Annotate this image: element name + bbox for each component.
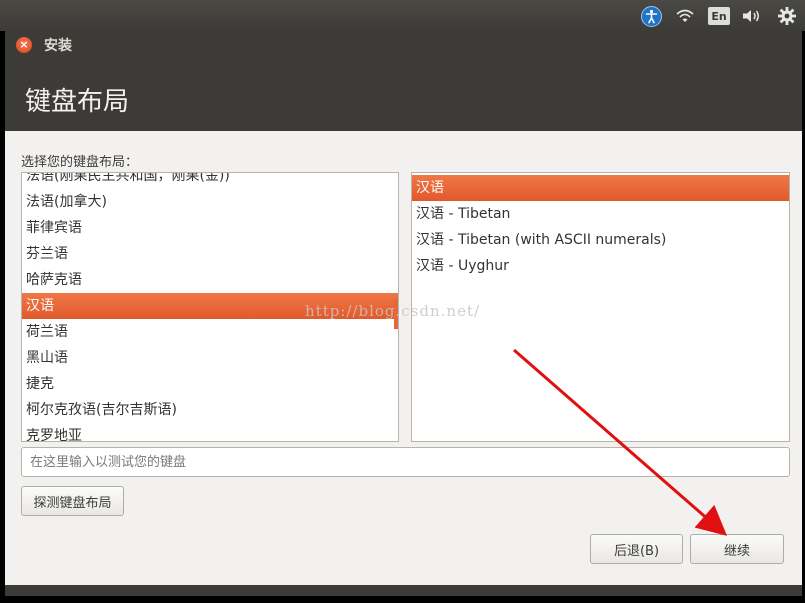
window-titlebar: × 安装	[5, 31, 802, 59]
layout-item[interactable]: 黑山语	[22, 345, 398, 371]
keyboard-test-input[interactable]	[21, 447, 790, 477]
detect-layout-button[interactable]: 探测键盘布局	[21, 486, 124, 516]
layout-list-scrollbar[interactable]	[394, 299, 398, 329]
page-title: 键盘布局	[25, 87, 130, 117]
layout-item[interactable]: 柯尔克孜语(吉尔吉斯语)	[22, 397, 398, 423]
back-button[interactable]: 后退(B)	[590, 534, 683, 564]
layout-item-selected[interactable]: 汉语	[22, 293, 398, 319]
variant-item[interactable]: 汉语 - Uyghur	[412, 253, 789, 279]
desktop-screen: En × 安装 键盘布局 选择您的键盘布局： 法语(刚果民主共和国，刚果(金))…	[0, 0, 805, 603]
close-button[interactable]: ×	[16, 37, 32, 53]
layout-item[interactable]: 法语(加拿大)	[22, 189, 398, 215]
page-header: 键盘布局	[5, 59, 802, 131]
keyboard-variant-list[interactable]: 汉语 汉语 - Tibetan 汉语 - Tibetan (with ASCII…	[411, 172, 790, 442]
variant-rows: 汉语 汉语 - Tibetan 汉语 - Tibetan (with ASCII…	[412, 175, 789, 279]
window-title: 安装	[44, 38, 72, 54]
close-icon: ×	[19, 38, 29, 51]
continue-button[interactable]: 继续	[690, 534, 784, 564]
variant-item[interactable]: 汉语 - Tibetan (with ASCII numerals)	[412, 227, 789, 253]
layout-item[interactable]: 菲律宾语	[22, 215, 398, 241]
top-panel: En	[0, 0, 805, 31]
layout-item[interactable]: 哈萨克语	[22, 267, 398, 293]
gear-icon[interactable]	[775, 4, 799, 28]
layout-item[interactable]: 法语(刚果民主共和国，刚果(金))	[22, 173, 398, 189]
layout-item[interactable]: 荷兰语	[22, 319, 398, 345]
layout-item[interactable]: 捷克	[22, 371, 398, 397]
lang-indicator-label: En	[708, 7, 730, 25]
variant-item[interactable]: 汉语 - Tibetan	[412, 201, 789, 227]
layout-item[interactable]: 克罗地亚	[22, 423, 398, 441]
keyboard-layout-list[interactable]: 法语(刚果民主共和国，刚果(金)) 法语(加拿大) 菲律宾语 芬兰语 哈萨克语 …	[21, 172, 399, 442]
wifi-icon[interactable]	[673, 4, 697, 28]
layout-rows: 法语(刚果民主共和国，刚果(金)) 法语(加拿大) 菲律宾语 芬兰语 哈萨克语 …	[22, 173, 398, 441]
content-area: 选择您的键盘布局： 法语(刚果民主共和国，刚果(金)) 法语(加拿大) 菲律宾语…	[5, 131, 802, 585]
volume-icon[interactable]	[740, 4, 764, 28]
layout-item[interactable]: 芬兰语	[22, 241, 398, 267]
layout-prompt-label: 选择您的键盘布局：	[21, 155, 139, 170]
keyboard-language-indicator[interactable]: En	[707, 4, 731, 28]
window-bottom-bar	[5, 585, 802, 596]
accessibility-icon[interactable]	[639, 4, 663, 28]
installer-window: × 安装 键盘布局 选择您的键盘布局： 法语(刚果民主共和国，刚果(金)) 法语…	[5, 31, 802, 596]
variant-item-selected[interactable]: 汉语	[412, 175, 789, 201]
